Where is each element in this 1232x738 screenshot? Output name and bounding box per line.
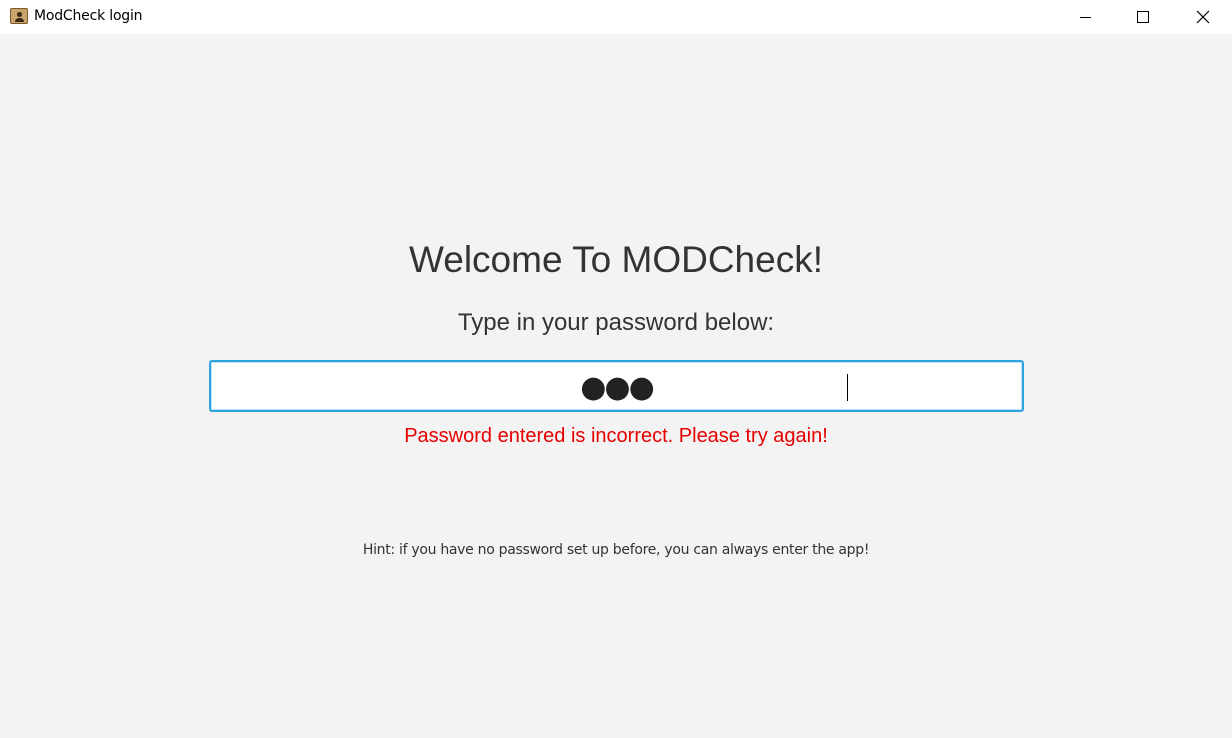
contact-book-icon	[10, 8, 28, 24]
maximize-button[interactable]	[1114, 0, 1172, 34]
minimize-button[interactable]	[1056, 0, 1114, 34]
hint-text: Hint: if you have no password set up bef…	[362, 542, 870, 558]
window-title: ModCheck login	[34, 8, 143, 24]
password-field[interactable]	[209, 360, 1024, 412]
password-prompt: Type in your password below:	[457, 309, 775, 336]
text-caret	[847, 374, 848, 401]
welcome-heading: Welcome To MODCheck!	[409, 239, 823, 280]
minimize-icon	[1079, 16, 1091, 18]
close-button[interactable]	[1174, 0, 1232, 34]
error-message: Password entered is incorrect. Please tr…	[404, 425, 828, 447]
title-bar: ModCheck login	[0, 0, 1232, 34]
password-input[interactable]	[211, 362, 1022, 410]
maximize-icon	[1137, 11, 1149, 23]
close-icon	[1196, 10, 1210, 24]
